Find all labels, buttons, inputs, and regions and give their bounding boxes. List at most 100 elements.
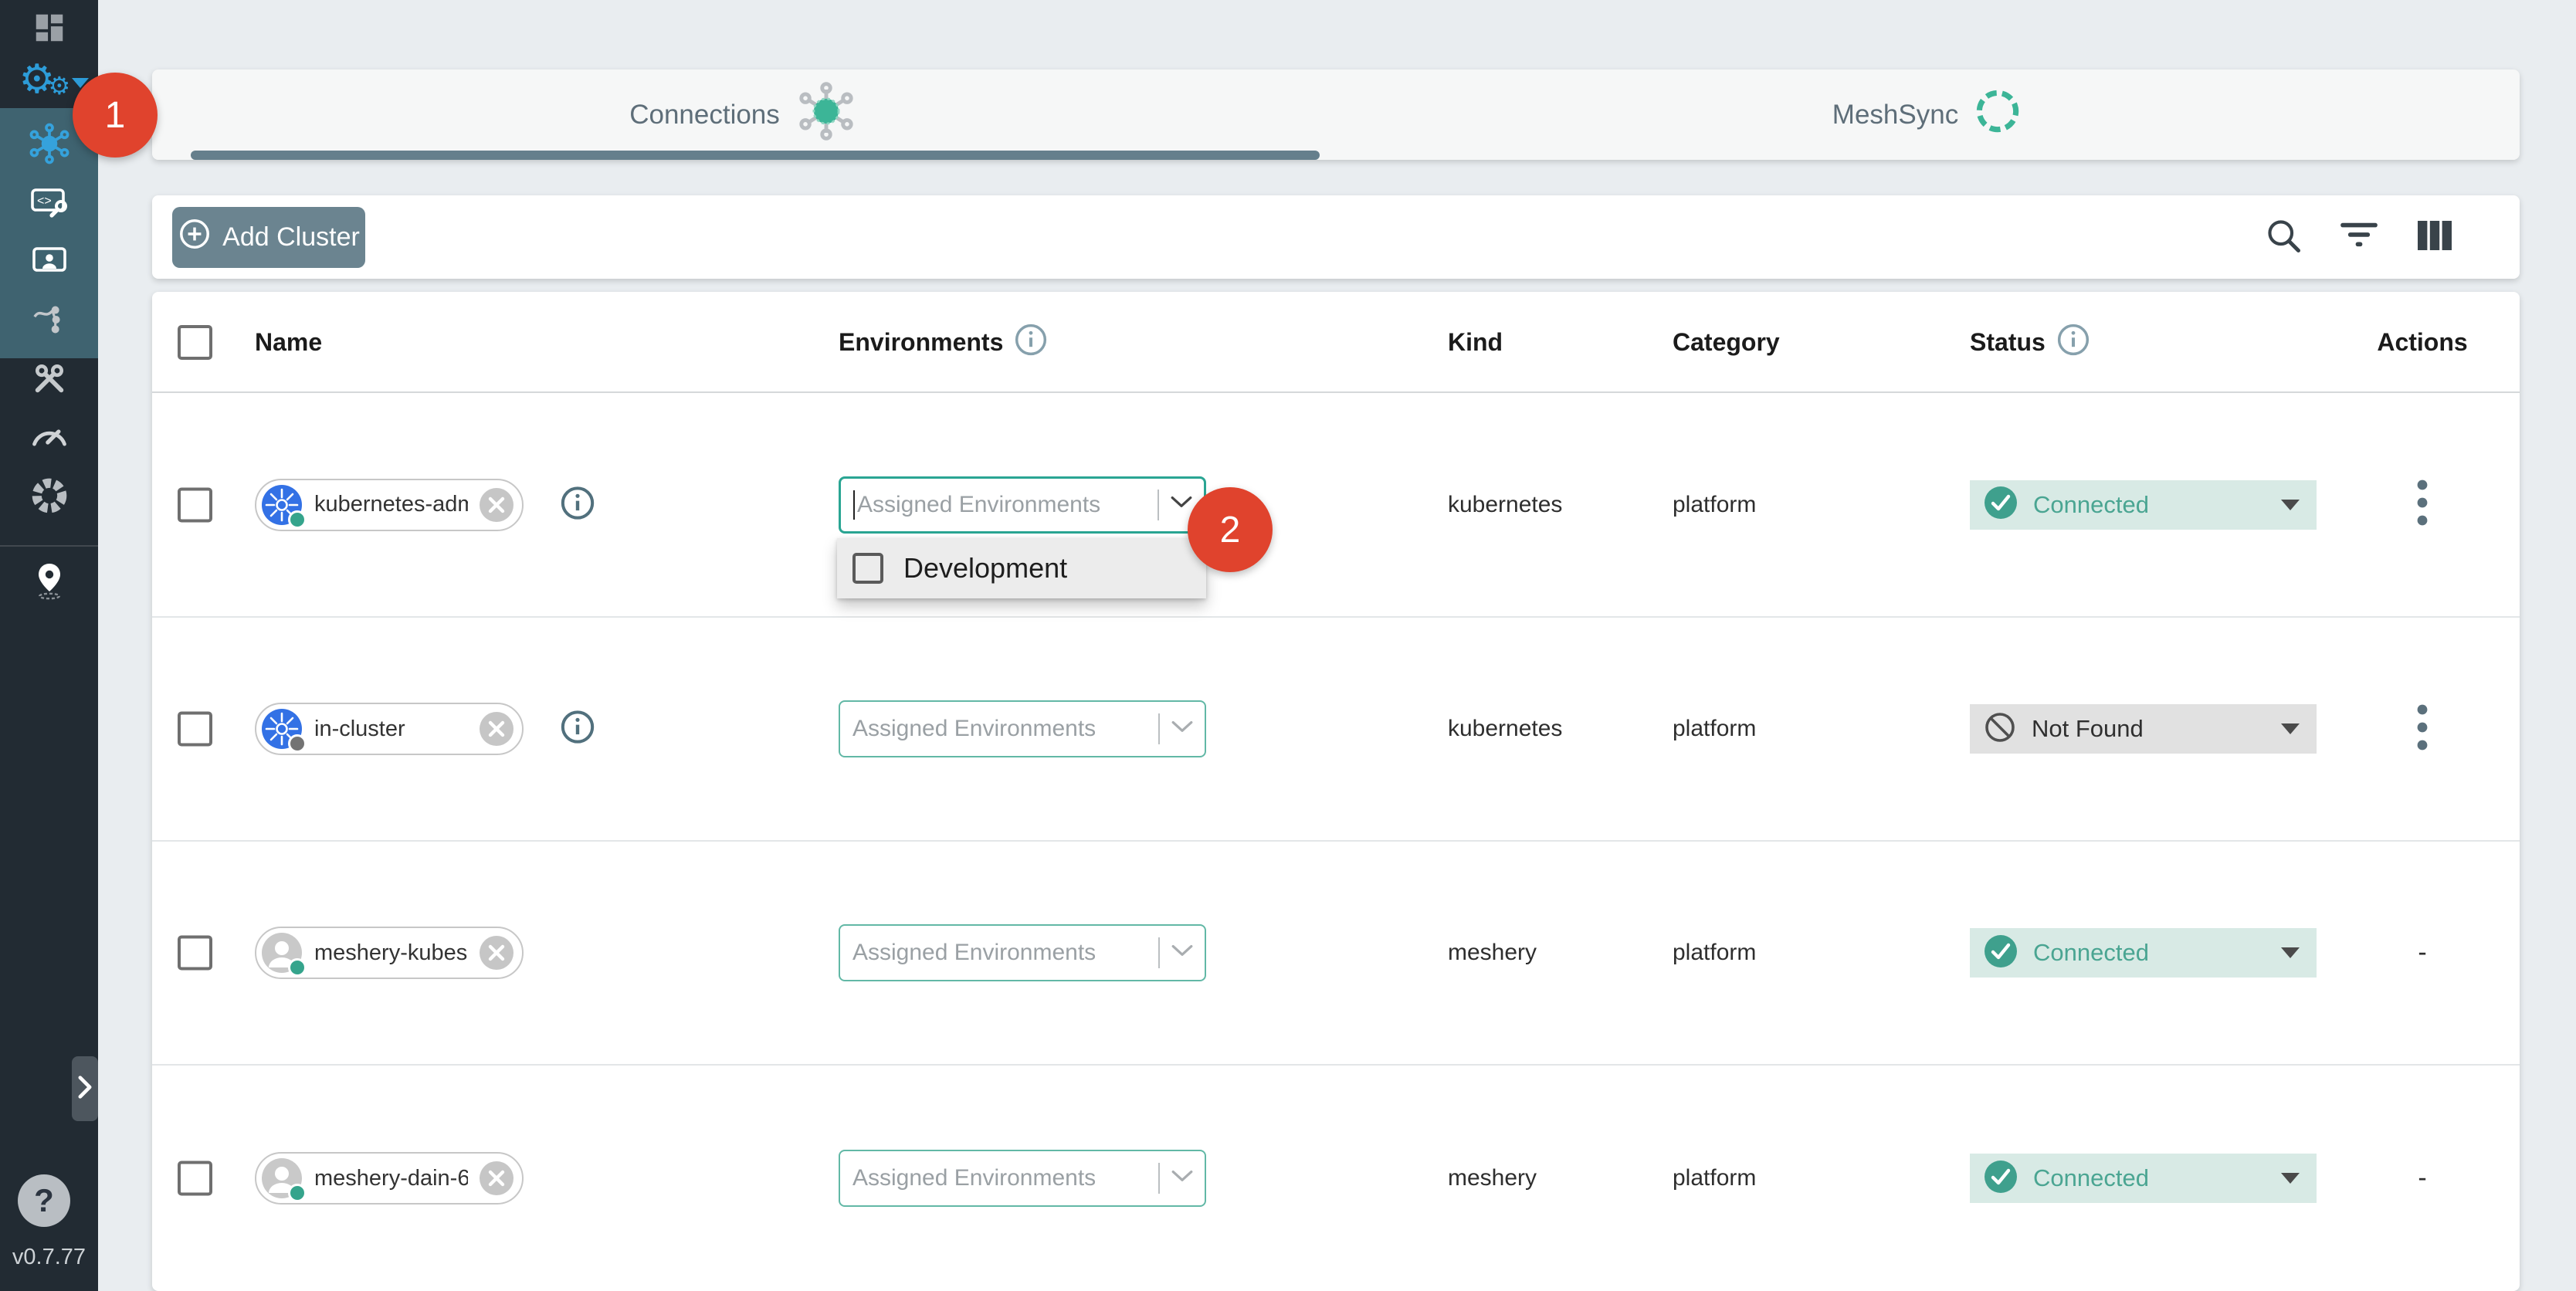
- view-columns-button[interactable]: [2410, 212, 2459, 262]
- meshery-logo-icon: [29, 476, 69, 520]
- gear-small-icon: ⚙: [49, 73, 71, 98]
- select-all-checkbox[interactable]: [178, 325, 212, 360]
- column-header-actions: Actions: [2353, 292, 2492, 393]
- column-header-category: Category: [1673, 292, 1780, 393]
- step-badge-2: 2: [1188, 487, 1273, 572]
- caret-down-icon: [2281, 723, 2300, 734]
- search-icon: [2263, 215, 2303, 259]
- row-checkbox[interactable]: [178, 712, 212, 747]
- row-checkbox[interactable]: [178, 936, 212, 971]
- view-columns-icon: [2416, 219, 2453, 256]
- remove-connection-icon[interactable]: [479, 711, 514, 747]
- environments-placeholder: Assigned Environments: [852, 940, 1147, 966]
- row-actions-menu-button[interactable]: [2399, 474, 2446, 536]
- connections-table: Name Environments Kind Category Status: [152, 292, 2520, 1291]
- add-cluster-button[interactable]: Add Cluster: [172, 207, 365, 268]
- sidebar-item-adapters[interactable]: <>: [0, 175, 98, 233]
- question-mark-icon: ?: [34, 1182, 54, 1219]
- connection-status-dot: [288, 1184, 307, 1202]
- table-row: kubernetes-admin... Assigned: [152, 393, 2520, 618]
- tabs-bar: Connections MeshSync: [152, 69, 2520, 160]
- app-version: v0.7.77: [0, 1245, 98, 1270]
- text-cursor: [853, 490, 855, 520]
- table-header-row: Name Environments Kind Category Status: [152, 292, 2520, 393]
- environment-option-checkbox[interactable]: [852, 553, 883, 584]
- environments-select[interactable]: Assigned Environments: [839, 700, 1206, 757]
- header-actions-label: Actions: [2377, 328, 2467, 357]
- sidebar-item-pipeline[interactable]: [0, 292, 98, 351]
- sidebar-divider: [0, 545, 98, 547]
- chevron-down-icon[interactable]: [1171, 944, 1194, 963]
- avatar-icon: [260, 1157, 303, 1200]
- remove-connection-icon[interactable]: [479, 935, 514, 971]
- location-pin-icon: [31, 561, 68, 605]
- filter-icon: [2339, 220, 2379, 255]
- info-icon[interactable]: [560, 485, 595, 524]
- table-row: meshery-kubescop... Assigned Environment…: [152, 842, 2520, 1066]
- kebab-menu-icon: [2417, 703, 2428, 755]
- caret-down-icon: [2281, 500, 2300, 510]
- sidebar-item-workloads[interactable]: [0, 233, 98, 292]
- header-environments-label: Environments: [839, 328, 1003, 357]
- tab-meshsync[interactable]: MeshSync: [1336, 69, 2520, 160]
- kind-value: kubernetes: [1448, 716, 1562, 741]
- environments-select[interactable]: Assigned Environments: [839, 924, 1206, 981]
- no-actions-dash: -: [2418, 938, 2426, 968]
- category-value: platform: [1673, 492, 1756, 517]
- table-row: meshery-dain-6 Assigned Environments: [152, 1066, 2520, 1291]
- header-kind-label: Kind: [1448, 328, 1503, 357]
- column-header-status: Status: [1970, 292, 2090, 393]
- filter-button[interactable]: [2334, 212, 2384, 262]
- kebab-menu-icon: [2417, 479, 2428, 530]
- info-icon[interactable]: [2056, 323, 2090, 363]
- svg-text:<>: <>: [37, 195, 52, 208]
- connection-name-chip[interactable]: meshery-kubescop...: [255, 927, 524, 979]
- sidebar-item-performance[interactable]: [0, 405, 98, 463]
- column-header-name: Name: [255, 292, 322, 393]
- remove-connection-icon[interactable]: [479, 487, 514, 523]
- status-dropdown[interactable]: Connected: [1970, 480, 2317, 530]
- info-icon[interactable]: [560, 710, 595, 749]
- row-checkbox[interactable]: [178, 487, 212, 522]
- status-dropdown[interactable]: Connected: [1970, 928, 2317, 978]
- row-actions-menu-button[interactable]: [2399, 698, 2446, 760]
- tab-meshsync-label: MeshSync: [1832, 100, 1958, 130]
- connection-name-label: meshery-kubescop...: [314, 940, 468, 966]
- sidebar-item-dashboard[interactable]: [0, 0, 98, 59]
- status-dropdown[interactable]: Not Found: [1970, 704, 2317, 754]
- tab-connections[interactable]: Connections: [152, 69, 1336, 160]
- connection-name-chip[interactable]: in-cluster: [255, 703, 524, 755]
- select-divider: [1158, 1163, 1160, 1194]
- chevron-down-icon[interactable]: [1171, 1169, 1194, 1188]
- environments-placeholder: Assigned Environments: [857, 492, 1147, 518]
- connection-name-label: kubernetes-admin...: [314, 492, 468, 517]
- step-badge-2-number: 2: [1220, 509, 1241, 551]
- chevron-down-icon[interactable]: [1171, 720, 1194, 739]
- category-value: platform: [1673, 940, 1756, 965]
- environments-select[interactable]: Assigned Environments: [839, 1150, 1206, 1207]
- active-tab-indicator: [191, 151, 1320, 160]
- chevron-down-icon[interactable]: [1170, 495, 1193, 514]
- category-value: platform: [1673, 716, 1756, 741]
- connection-name-chip[interactable]: meshery-dain-6: [255, 1152, 524, 1205]
- remove-connection-icon[interactable]: [479, 1161, 514, 1196]
- environment-option-development[interactable]: Development: [837, 538, 1206, 598]
- blocked-icon: [1984, 711, 2016, 747]
- sidebar-item-meshery[interactable]: [0, 468, 98, 527]
- table-toolbar: Add Cluster: [152, 195, 2520, 279]
- check-circle-icon: [1984, 1160, 2018, 1198]
- sidebar-item-toolkit[interactable]: [0, 351, 98, 409]
- caret-down-icon: [2281, 947, 2300, 958]
- help-button[interactable]: ?: [18, 1174, 70, 1227]
- pipeline-graph-icon: [30, 302, 69, 341]
- meshsync-spinner-icon: [1972, 86, 2023, 144]
- sidebar-expand-button[interactable]: [72, 1056, 98, 1121]
- sidebar-item-extensions[interactable]: [0, 553, 98, 612]
- row-checkbox[interactable]: [178, 1161, 212, 1196]
- status-dropdown[interactable]: Connected: [1970, 1154, 2317, 1203]
- info-icon[interactable]: [1014, 323, 1048, 363]
- search-button[interactable]: [2259, 212, 2308, 262]
- environments-select[interactable]: Assigned Environments: [839, 476, 1206, 534]
- chevron-right-icon: [75, 1074, 95, 1104]
- connection-name-chip[interactable]: kubernetes-admin...: [255, 479, 524, 531]
